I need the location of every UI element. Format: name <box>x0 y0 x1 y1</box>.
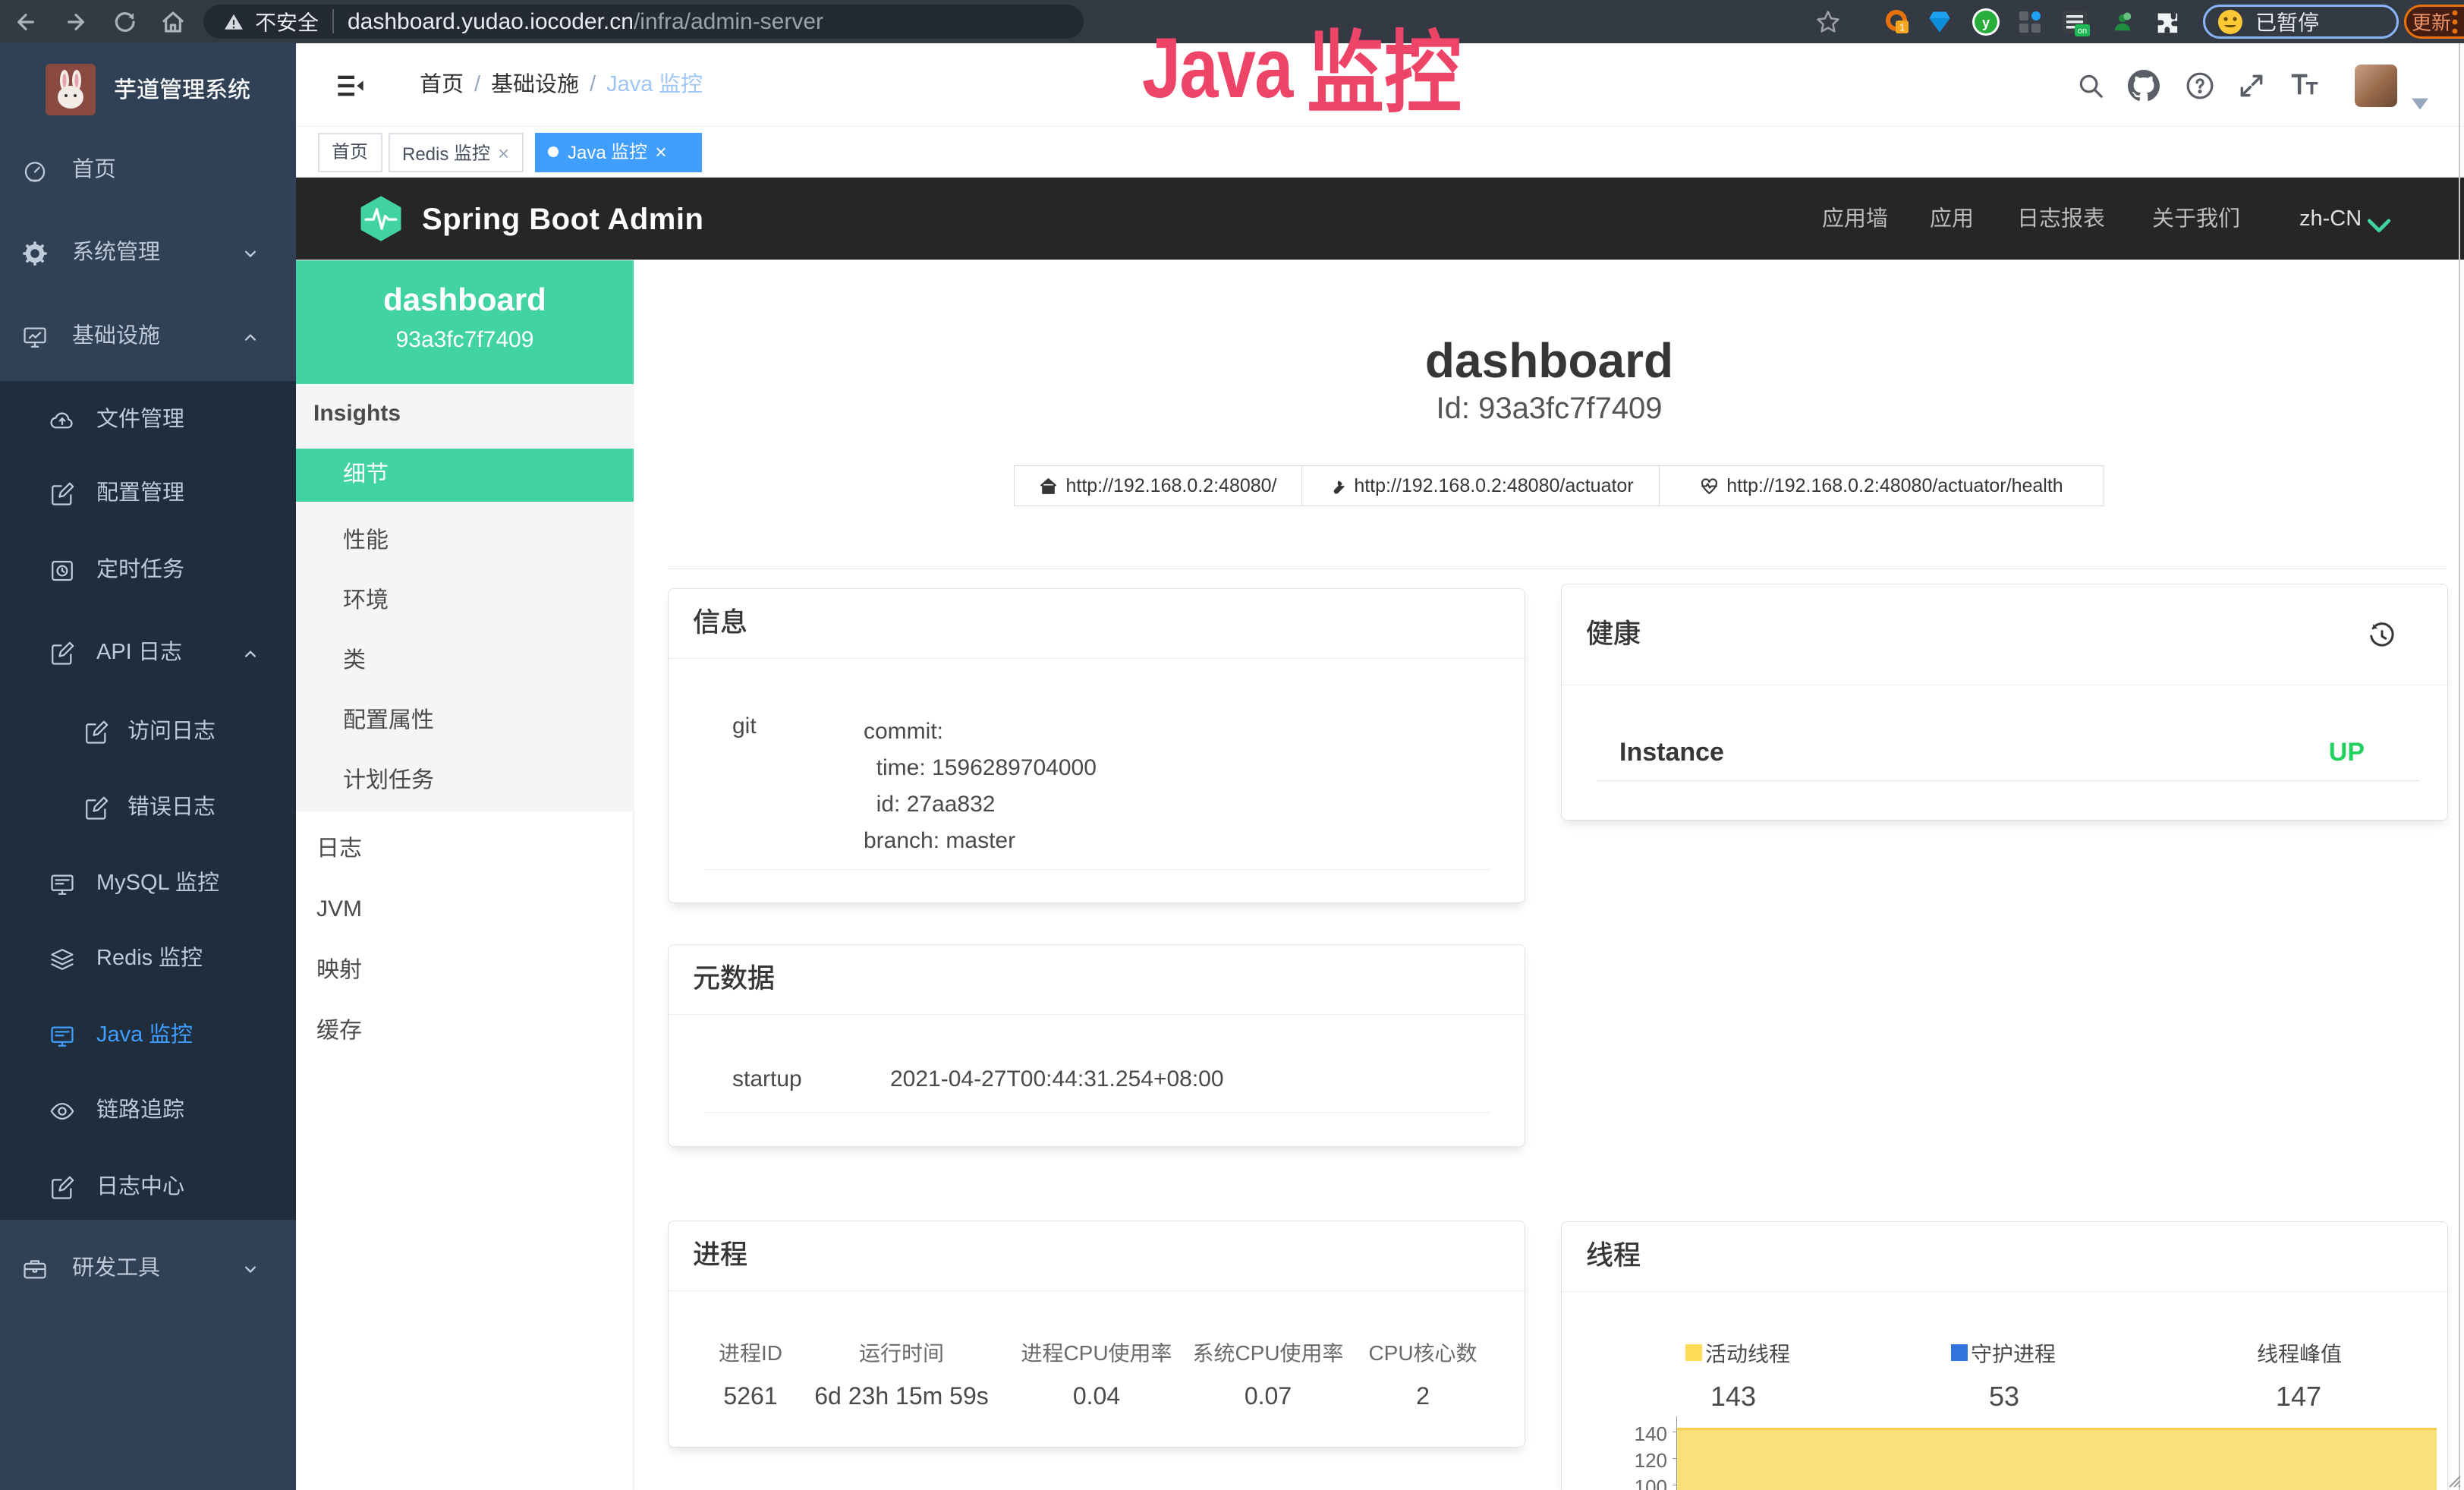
svg-text:on: on <box>2078 27 2087 36</box>
svg-text:1: 1 <box>1899 22 1905 33</box>
svg-text:y: y <box>1982 15 1990 30</box>
